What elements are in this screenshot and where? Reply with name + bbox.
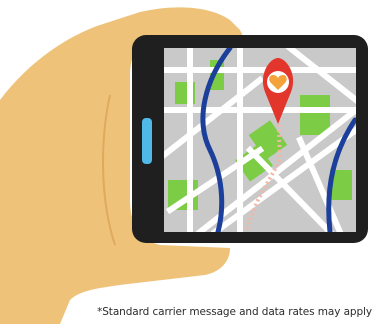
home-button [142, 118, 152, 164]
disclaimer-text: *Standard carrier message and data rates… [97, 306, 372, 318]
map-screen [164, 48, 356, 232]
phone-map-illustration [0, 7, 368, 324]
